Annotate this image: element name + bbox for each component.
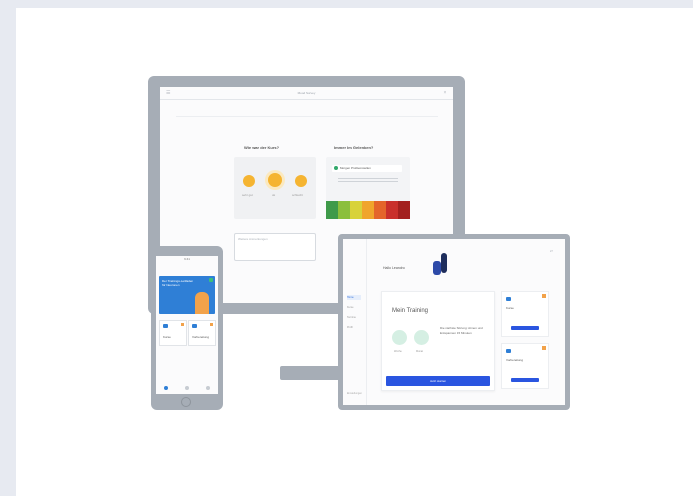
mini-card-button[interactable] [511,378,539,382]
mini-card-button[interactable] [511,326,539,330]
course-icon [506,297,511,301]
progress-week-icon [392,330,407,345]
greeting: Hallo Leandro [383,266,405,270]
bookmark-icon [181,323,184,326]
status-time: 9:41 [184,257,190,261]
mood-panel: sehr gut ok schlecht [234,157,316,219]
sidebar-item-profile[interactable]: Profil [347,325,361,330]
mood-label: ok [272,193,276,197]
phone-tile-courses[interactable]: Kurse [159,320,187,346]
badge-icon [209,278,213,282]
scale-segment[interactable] [398,201,410,219]
training-card: Mein Training Woche Monat Die nächste Si… [381,291,495,391]
sidebar-item-courses[interactable]: Kurse [347,305,361,310]
happy-emoji-icon[interactable] [243,175,255,187]
start-button[interactable]: Jetzt starten [386,376,490,386]
close-icon[interactable]: × [443,91,447,96]
avatar[interactable]: LT [550,249,553,253]
smartphone: 9:41 Der Trainings-Leitfaden für Neurone… [151,246,223,410]
people-illustration [429,247,453,277]
scale-segment[interactable] [350,201,362,219]
sidebar-settings[interactable]: Einstellungen [347,392,362,395]
home-button[interactable] [181,397,191,407]
phone-banner[interactable]: Der Trainings-Leitfaden für Neuronen [159,276,215,314]
neutral-emoji-icon[interactable] [268,173,282,187]
description-lines [338,176,398,184]
tile-label: Kurse [163,335,171,339]
scale-segment[interactable] [362,201,374,219]
comment-placeholder: Weitere Anmerkungen [238,237,268,241]
wellbeing-question: Immer Im Gelenken? [334,145,374,150]
bookmark-icon [542,294,546,298]
scale-segment[interactable] [374,201,386,219]
mood-label: schlecht [292,193,304,197]
phone-bottom-nav [156,384,218,392]
profile-icon[interactable] [205,386,210,390]
wellbeing-panel: Morgen Problemstellen [326,157,410,219]
wellbeing-option-label: Morgen Problemstellen [340,166,371,170]
tablet-sidebar: Home Kurse Termine Profil Einstellungen [343,239,367,405]
sidebar-item-dates[interactable]: Termine [347,315,361,320]
phone-screen: 9:41 Der Trainings-Leitfaden für Neurone… [156,256,218,394]
person-illustration [195,292,209,314]
prep-icon [506,349,511,353]
sidebar-item-home[interactable]: Home [347,295,361,300]
rating-scale[interactable] [326,201,410,219]
mini-card-label: Kurse [506,306,514,310]
mood-label: sehr gut [242,193,253,197]
mood-question: Wie war der Kurs? [244,145,280,150]
banner-text: Der Trainings-Leitfaden für Neuronen [162,279,194,287]
bookmark-icon [542,346,546,350]
window-title: Mood Survey [297,91,316,95]
mini-card-label: Vorbereitung [506,358,524,362]
scale-segment[interactable] [326,201,338,219]
tile-label: Vorbereitung [192,335,210,339]
divider [176,116,438,117]
tablet-screen: Home Kurse Termine Profil Einstellungen … [343,239,565,405]
session-note: Die nächste Sitzung: Atmen und Entspanne… [440,326,483,335]
circle-label: Monat [416,350,423,353]
card-title: Mein Training [392,308,429,314]
menu-icon[interactable]: ☰ [166,91,170,96]
comment-field[interactable]: Weitere Anmerkungen [234,233,316,261]
course-icon [163,324,168,328]
progress-month-icon [414,330,429,345]
mini-card-prep[interactable]: Vorbereitung [501,343,549,389]
bookmark-icon [210,323,213,326]
monitor-stand-base [280,366,344,380]
wellbeing-option[interactable]: Morgen Problemstellen [332,165,402,172]
mini-card-courses[interactable]: Kurse [501,291,549,337]
window-titlebar: ☰ Mood Survey × [160,87,453,100]
search-icon[interactable] [184,386,189,390]
monitor-stand-neck [316,316,321,360]
scale-segment[interactable] [338,201,350,219]
scale-segment[interactable] [386,201,398,219]
prep-icon [192,324,197,328]
home-icon[interactable] [164,386,169,390]
circle-label: Woche [394,350,402,353]
sad-emoji-icon[interactable] [295,175,307,187]
check-icon [334,166,338,171]
tablet: Home Kurse Termine Profil Einstellungen … [338,234,570,410]
phone-tile-prep[interactable]: Vorbereitung [188,320,216,346]
